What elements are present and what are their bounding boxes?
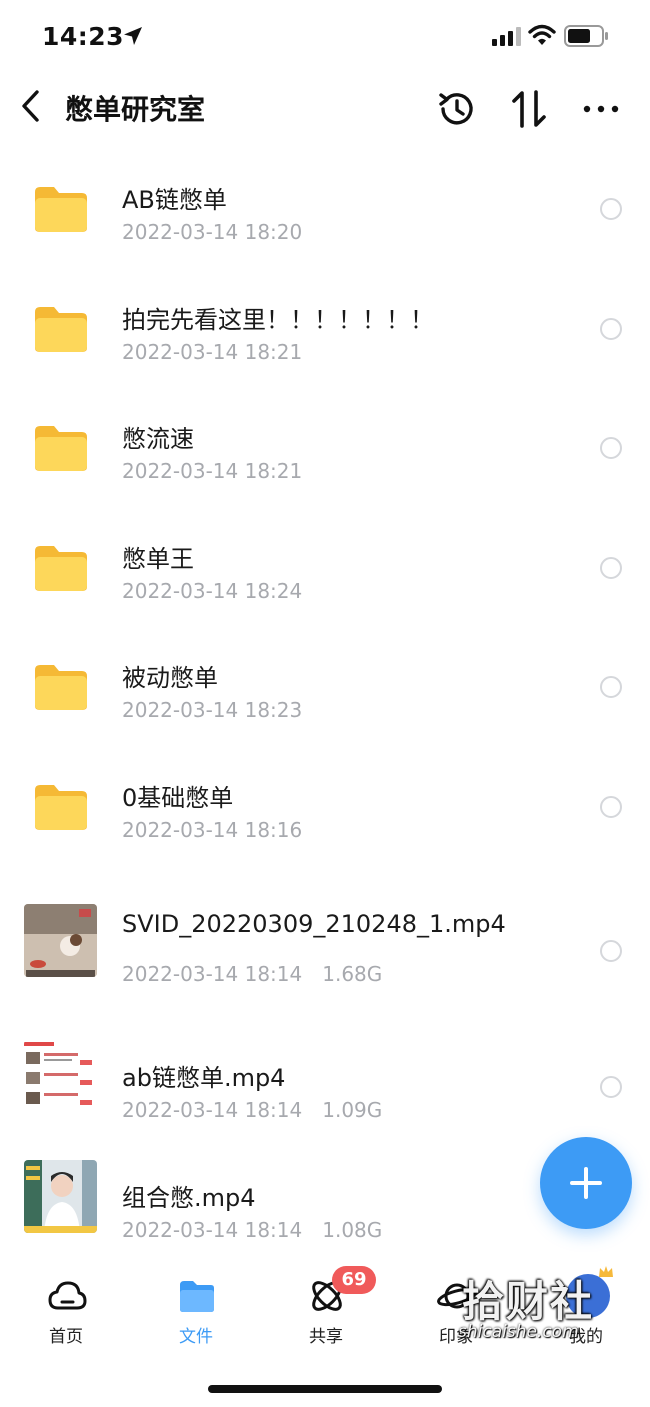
file-date: 2022-03-14 18:21 (122, 340, 303, 364)
file-size: 1.08G (322, 1218, 383, 1242)
tab-label: 印象 (439, 1327, 473, 1347)
sort-icon (512, 90, 546, 128)
select-radio[interactable] (600, 198, 622, 220)
more-dots-icon (583, 105, 619, 113)
file-row-folder[interactable]: 拍完先看这里！！！！！！！ 2022-03-14 18:21 (0, 290, 650, 410)
select-radio[interactable] (600, 318, 622, 340)
wifi-icon (528, 24, 556, 45)
cellular-signal-icon (492, 27, 521, 46)
file-size: 1.68G (322, 962, 383, 986)
back-button[interactable] (14, 86, 46, 126)
select-radio[interactable] (600, 676, 622, 698)
select-radio[interactable] (600, 1076, 622, 1098)
folder-icon (35, 785, 87, 830)
file-row-folder[interactable]: 憋单王 2022-03-14 18:24 (0, 529, 650, 649)
tab-label: 共享 (309, 1327, 343, 1347)
file-name: ab链憋单.mp4 (122, 1064, 286, 1092)
select-radio[interactable] (600, 796, 622, 818)
file-meta: 2022-03-14 18:14 1.68G (122, 962, 382, 986)
file-row-folder[interactable]: 被动憋单 2022-03-14 18:23 (0, 648, 650, 768)
folder-icon (180, 1281, 214, 1312)
more-button[interactable] (580, 88, 622, 130)
tab-files[interactable]: 文件 (146, 1262, 246, 1352)
folder-icon (35, 426, 87, 471)
home-indicator[interactable] (208, 1385, 442, 1393)
video-thumbnail (24, 1160, 97, 1233)
file-name: 憋流速 (122, 425, 194, 453)
file-row-folder[interactable]: 憋流速 2022-03-14 18:21 (0, 409, 650, 529)
tab-label: 我的 (569, 1327, 603, 1347)
tab-share[interactable]: 69 共享 (276, 1262, 376, 1352)
file-date: 2022-03-14 18:20 (122, 220, 303, 244)
folder-icon (35, 665, 87, 710)
file-date: 2022-03-14 18:24 (122, 579, 303, 603)
tab-bar: 首页 文件 69 共享 印象 我的 (0, 1262, 650, 1362)
tab-home[interactable]: 首页 (16, 1262, 116, 1352)
select-radio[interactable] (600, 940, 622, 962)
file-name: 0基础憋单 (122, 784, 234, 812)
select-radio[interactable] (600, 557, 622, 579)
file-name: SVID_20220309_210248_1.mp4 (122, 910, 506, 938)
notification-badge: 69 (332, 1266, 376, 1294)
nav-bar: 憋单研究室 (0, 78, 650, 138)
file-meta: 2022-03-14 18:14 1.08G (122, 1218, 382, 1242)
file-name: 组合憋.mp4 (122, 1184, 256, 1212)
plus-icon (570, 1167, 602, 1199)
history-icon (439, 93, 473, 125)
file-row-video[interactable]: SVID_20220309_210248_1.mp4 2022-03-14 18… (0, 888, 650, 1028)
file-date: 2022-03-14 18:14 (122, 1098, 303, 1122)
chevron-left-icon (22, 90, 39, 122)
file-date: 2022-03-14 18:14 (122, 962, 303, 986)
folder-icon (35, 546, 87, 591)
tab-label: 文件 (179, 1327, 213, 1347)
file-row-folder[interactable]: 0基础憋单 2022-03-14 18:16 (0, 768, 650, 888)
crown-icon (599, 1266, 613, 1277)
tab-impression[interactable]: 印象 (406, 1262, 506, 1352)
file-name: 拍完先看这里！！！！！！！ (122, 306, 434, 334)
battery-icon (564, 25, 608, 47)
select-radio[interactable] (600, 437, 622, 459)
file-name: 憋单王 (122, 545, 194, 573)
avatar (566, 1274, 610, 1318)
cloud-icon (48, 1281, 87, 1310)
sort-button[interactable] (508, 88, 550, 130)
file-row-folder[interactable]: AB链憋单 2022-03-14 18:20 (0, 170, 650, 290)
folder-icon (35, 307, 87, 352)
file-meta: 2022-03-14 18:14 1.09G (122, 1098, 382, 1122)
tab-label: 首页 (49, 1327, 83, 1347)
page-title: 憋单研究室 (65, 93, 206, 126)
video-thumbnail (24, 1040, 97, 1113)
status-time: 14:23 (42, 22, 125, 51)
file-size: 1.09G (322, 1098, 383, 1122)
file-date: 2022-03-14 18:21 (122, 459, 303, 483)
file-date: 2022-03-14 18:16 (122, 818, 303, 842)
file-date: 2022-03-14 18:23 (122, 698, 303, 722)
folder-icon (35, 187, 87, 232)
video-thumbnail (24, 904, 97, 977)
location-arrow-icon (124, 27, 142, 45)
history-button[interactable] (436, 88, 478, 130)
planet-icon (437, 1283, 477, 1309)
file-date: 2022-03-14 18:14 (122, 1218, 303, 1242)
file-name: 被动憋单 (122, 664, 218, 692)
file-name: AB链憋单 (122, 186, 227, 214)
status-bar: 14:23 (0, 0, 650, 70)
add-button[interactable] (540, 1137, 632, 1229)
file-row-video[interactable]: ab链憋单.mp4 2022-03-14 18:14 1.09G (0, 1028, 650, 1148)
tab-me[interactable]: 我的 (536, 1262, 636, 1352)
